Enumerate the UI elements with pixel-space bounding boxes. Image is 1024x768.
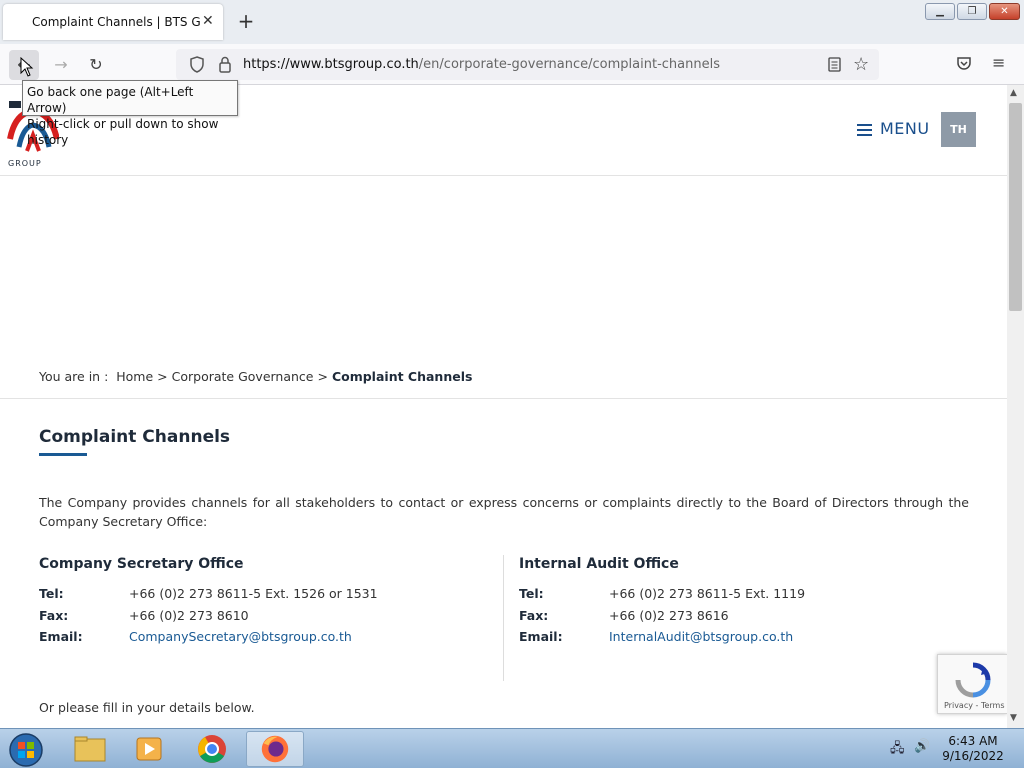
title-underline — [39, 453, 87, 456]
email-label: Email: — [519, 629, 563, 644]
minimize-button[interactable]: ▁ — [925, 3, 955, 20]
media-player-icon[interactable] — [120, 731, 178, 767]
tooltip-line-1: Go back one page (Alt+Left Arrow) — [27, 85, 194, 115]
menu-button[interactable]: MENU — [857, 119, 930, 139]
tel-value: +66 (0)2 273 8611-5 Ext. 1119 — [609, 586, 806, 601]
close-window-button[interactable]: ✕ — [989, 3, 1020, 20]
company-secretary-office: Company Secretary Office Tel: +66 (0)2 27… — [39, 556, 459, 651]
web-page: GROUP MENU TH You are in : Home > Corpor… — [0, 85, 1007, 728]
recaptcha-icon — [955, 662, 991, 698]
email-label: Email: — [39, 629, 83, 644]
fax-label: Fax: — [39, 607, 69, 623]
scroll-up-icon[interactable]: ▲ — [1010, 88, 1017, 98]
column-divider — [503, 555, 504, 681]
breadcrumb-current: Complaint Channels — [331, 369, 473, 384]
fax-row: Fax: +66 (0)2 273 8610 — [39, 608, 459, 630]
email-row: Email: InternalAudit@btsgroup.co.th — [519, 629, 939, 651]
tel-label: Tel: — [39, 586, 64, 601]
file-explorer-icon[interactable] — [60, 731, 118, 767]
clock-time: 6:43 AM — [948, 734, 998, 748]
page-title: Complaint Channels — [39, 427, 231, 447]
chrome-icon[interactable] — [183, 731, 241, 767]
menu-burger-icon — [857, 121, 872, 139]
tel-row: Tel: +66 (0)2 273 8611-5 Ext. 1526 or 153… — [39, 586, 459, 608]
mouse-cursor-icon — [20, 57, 34, 77]
recaptcha-badge[interactable]: Privacy - Terms — [937, 654, 1007, 714]
fax-value: +66 (0)2 273 8610 — [129, 607, 249, 623]
tel-value: +66 (0)2 273 8611-5 Ext. 1526 or 1531 — [129, 586, 378, 601]
system-clock[interactable]: 6:43 AM 9/16/2022 — [940, 734, 1006, 764]
restore-button[interactable]: ❐ — [957, 3, 987, 20]
header-divider — [0, 175, 1007, 176]
url-text[interactable]: https://www.btsgroup.co.th/en/corporate-… — [243, 57, 720, 72]
hamburger-menu-icon[interactable]: ≡ — [992, 53, 1005, 72]
svg-text:GROUP: GROUP — [8, 159, 42, 168]
bookmark-star-icon[interactable]: ☆ — [853, 54, 869, 75]
windows-start-button[interactable] — [6, 731, 46, 767]
pocket-icon[interactable] — [956, 56, 972, 71]
browser-navbar: ← → ↻ https://www.btsgroup.co.th/en/corp… — [0, 44, 1024, 85]
tooltip-line-2: Right-click or pull down to show history — [27, 117, 219, 147]
tel-label: Tel: — [519, 586, 544, 601]
back-tooltip: Go back one page (Alt+Left Arrow) Right-… — [22, 80, 238, 147]
form-intro-text: Or please fill in your details below. — [39, 700, 255, 715]
breadcrumb-separator: > — [157, 369, 168, 384]
menu-label: MENU — [880, 119, 930, 138]
scroll-thumb[interactable] — [1009, 103, 1022, 311]
breadcrumb: You are in : Home > Corporate Governance… — [39, 369, 472, 384]
office-heading: Company Secretary Office — [39, 556, 244, 572]
firefox-icon[interactable] — [246, 731, 304, 767]
breadcrumb-home-link[interactable]: Home — [116, 369, 153, 384]
page-scrollbar[interactable]: ▲ ▼ — [1007, 85, 1024, 728]
tab-close-icon[interactable]: ✕ — [202, 13, 214, 29]
breadcrumb-section-link[interactable]: Corporate Governance — [172, 369, 314, 384]
reload-button[interactable]: ↻ — [81, 50, 111, 80]
lock-icon[interactable] — [218, 56, 232, 73]
internal-audit-office: Internal Audit Office Tel: +66 (0)2 273 8… — [519, 556, 939, 651]
fax-row: Fax: +66 (0)2 273 8616 — [519, 608, 939, 630]
intro-paragraph: The Company provides channels for all st… — [39, 495, 969, 529]
shield-icon[interactable] — [189, 56, 205, 73]
email-row: Email: CompanySecretary@btsgroup.co.th — [39, 629, 459, 651]
email-link[interactable]: InternalAudit@btsgroup.co.th — [609, 629, 793, 644]
fax-label: Fax: — [519, 607, 549, 623]
browser-tab[interactable]: Complaint Channels | BTS Group ✕ — [3, 4, 223, 40]
new-tab-button[interactable]: + — [236, 9, 256, 33]
scroll-down-icon[interactable]: ▼ — [1010, 713, 1017, 723]
tel-row: Tel: +66 (0)2 273 8611-5 Ext. 1119 — [519, 586, 939, 608]
fax-value: +66 (0)2 273 8616 — [609, 607, 729, 623]
browser-titlebar: Complaint Channels | BTS Group ✕ + ▁ ❐ ✕ — [0, 0, 1024, 44]
forward-button[interactable]: → — [46, 50, 76, 80]
network-icon[interactable]: 🖧 — [890, 739, 905, 761]
language-toggle-button[interactable]: TH — [941, 112, 976, 147]
email-link[interactable]: CompanySecretary@btsgroup.co.th — [129, 629, 352, 644]
clock-date: 9/16/2022 — [942, 749, 1004, 763]
breadcrumb-divider — [0, 398, 1007, 399]
windows-taskbar: 🖧 🔊 6:43 AM 9/16/2022 — [0, 728, 1024, 768]
tab-title: Complaint Channels | BTS Group — [32, 15, 200, 29]
breadcrumb-separator: > — [317, 369, 328, 384]
office-heading: Internal Audit Office — [519, 556, 679, 572]
breadcrumb-prefix: You are in : — [39, 369, 109, 384]
address-bar[interactable]: https://www.btsgroup.co.th/en/corporate-… — [176, 49, 879, 80]
recaptcha-terms[interactable]: Privacy - Terms — [944, 701, 1005, 710]
volume-icon[interactable]: 🔊 — [914, 739, 930, 754]
reader-view-icon[interactable] — [828, 57, 841, 72]
